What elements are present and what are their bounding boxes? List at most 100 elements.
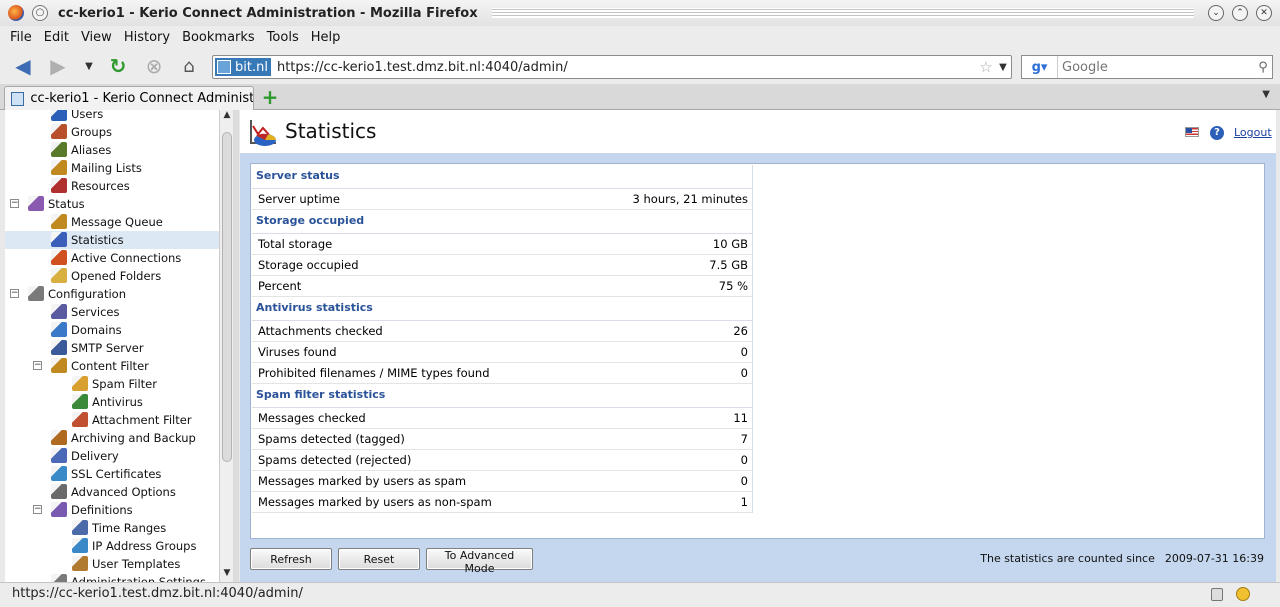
sidebar-item-active-connections[interactable]: Active Connections — [5, 249, 219, 267]
forward-arrow-icon[interactable]: ▶ — [45, 53, 71, 79]
stop-icon[interactable]: ⊗ — [141, 53, 167, 79]
sidebar-item-resources[interactable]: Resources — [5, 177, 219, 195]
bookmark-star-icon[interactable]: ☆ — [977, 58, 995, 76]
menu-edit[interactable]: Edit — [38, 30, 75, 45]
reload-icon[interactable]: ↻ — [105, 53, 131, 79]
sidebar-item-domains[interactable]: Domains — [5, 321, 219, 339]
sidebar-item-statistics[interactable]: Statistics — [5, 231, 219, 249]
window-menu-button[interactable]: ○ — [32, 5, 48, 21]
delivery-icon — [51, 448, 67, 463]
reset-button[interactable]: Reset — [338, 548, 420, 570]
language-flag-icon[interactable] — [1185, 127, 1199, 137]
new-tab-plus-icon[interactable]: + — [260, 87, 280, 107]
refresh-button[interactable]: Refresh — [250, 548, 332, 570]
sidebar-item-groups[interactable]: Groups — [5, 123, 219, 141]
sidebar-item-users[interactable]: Users — [5, 110, 219, 123]
status-icon — [28, 196, 44, 211]
sidebar-item-configuration[interactable]: − Configuration — [5, 285, 219, 303]
stat-label: Viruses found — [258, 345, 337, 359]
sidebar-item-user-templates[interactable]: User Templates — [5, 555, 219, 573]
menu-history[interactable]: History — [118, 30, 176, 45]
stat-value: 11 — [733, 411, 748, 425]
tab-kerio-admin[interactable]: cc-kerio1 - Kerio Connect Administ... — [4, 86, 254, 110]
sidebar-item-ip-address-groups[interactable]: IP Address Groups — [5, 537, 219, 555]
statistics-icon — [51, 232, 67, 247]
site-identity-button[interactable]: bit.nl — [215, 58, 271, 76]
menu-help[interactable]: Help — [305, 30, 347, 45]
since-label: The statistics are counted since — [980, 552, 1155, 565]
minimize-button[interactable]: ⌄ — [1208, 5, 1224, 21]
stat-label: Spams detected (tagged) — [258, 432, 405, 446]
padlock-icon[interactable] — [1211, 588, 1223, 601]
advanced-mode-button[interactable]: To Advanced Mode — [426, 548, 533, 575]
collapse-toggle-icon[interactable]: − — [33, 361, 42, 370]
sidebar-item-message-queue[interactable]: Message Queue — [5, 213, 219, 231]
sidebar-item-content-filter[interactable]: − Content Filter — [5, 357, 219, 375]
back-arrow-icon[interactable]: ◀ — [10, 53, 36, 79]
history-dropdown-icon[interactable]: ▼ — [76, 53, 102, 79]
table-row: Storage occupied 7.5 GB — [252, 255, 752, 276]
logout-link[interactable]: Logout — [1234, 126, 1272, 139]
menu-bookmarks[interactable]: Bookmarks — [176, 30, 261, 45]
sidebar-item-delivery[interactable]: Delivery — [5, 447, 219, 465]
tree-scrollbar[interactable]: ▲ ▼ — [219, 110, 233, 582]
users-icon — [51, 110, 67, 121]
pane-splitter[interactable] — [233, 110, 239, 582]
statistics-since-text: The statistics are counted since 2009-07-… — [980, 552, 1264, 565]
help-icon[interactable]: ? — [1210, 126, 1224, 140]
stat-label: Storage occupied — [258, 258, 359, 272]
collapse-toggle-icon[interactable]: − — [33, 505, 42, 514]
sidebar-item-opened-folders[interactable]: Opened Folders — [5, 267, 219, 285]
search-input[interactable] — [1058, 59, 1254, 75]
smiley-addon-icon[interactable] — [1236, 587, 1250, 601]
address-bar[interactable]: bit.nl https://cc-kerio1.test.dmz.bit.nl… — [212, 55, 1012, 79]
collapse-toggle-icon[interactable]: − — [10, 199, 19, 208]
url-text[interactable]: https://cc-kerio1.test.dmz.bit.nl:4040/a… — [277, 60, 977, 75]
google-engine-icon[interactable]: g▾ — [1022, 56, 1058, 78]
archiving-icon — [51, 430, 67, 445]
sidebar-item-services[interactable]: Services — [5, 303, 219, 321]
stat-label: Messages checked — [258, 411, 366, 425]
collapse-toggle-icon[interactable]: − — [10, 289, 19, 298]
sidebar-item-aliases[interactable]: Aliases — [5, 141, 219, 159]
search-magnifier-icon[interactable]: ⚲ — [1254, 60, 1272, 75]
sidebar-item-administration-settings[interactable]: Administration Settings — [5, 573, 219, 582]
sidebar-item-ssl-certificates[interactable]: SSL Certificates — [5, 465, 219, 483]
sidebar-item-status[interactable]: − Status — [5, 195, 219, 213]
sidebar-item-spam-filter[interactable]: Spam Filter — [5, 375, 219, 393]
statistics-panel: Server status Server uptime 3 hours, 21 … — [250, 163, 1265, 539]
stat-label: Total storage — [258, 237, 333, 251]
scroll-up-icon[interactable]: ▲ — [220, 110, 234, 124]
home-icon[interactable]: ⌂ — [176, 53, 202, 79]
sidebar-item-label: Spam Filter — [92, 377, 157, 391]
window-titlebar: ○ cc-kerio1 - Kerio Connect Administrati… — [0, 0, 1280, 26]
site-identity-icon — [217, 60, 231, 74]
url-dropdown-icon[interactable]: ▼ — [995, 62, 1011, 73]
scroll-thumb[interactable] — [222, 132, 232, 462]
sidebar-item-advanced-options[interactable]: Advanced Options — [5, 483, 219, 501]
sidebar-item-label: Resources — [71, 179, 130, 193]
sidebar-item-definitions[interactable]: − Definitions — [5, 501, 219, 519]
menu-view[interactable]: View — [75, 30, 118, 45]
message-queue-icon — [51, 214, 67, 229]
sidebar-item-smtp-server[interactable]: SMTP Server — [5, 339, 219, 357]
sidebar-item-label: Content Filter — [71, 359, 149, 373]
close-window-button[interactable]: ✕ — [1256, 5, 1272, 21]
sidebar-item-attachment-filter[interactable]: Attachment Filter — [5, 411, 219, 429]
scroll-down-icon[interactable]: ▼ — [220, 568, 234, 582]
tab-list-chevron-icon[interactable]: ▼ — [1262, 89, 1270, 100]
menu-tools[interactable]: Tools — [261, 30, 305, 45]
sidebar-item-archiving-and-backup[interactable]: Archiving and Backup — [5, 429, 219, 447]
search-bar[interactable]: g▾ ⚲ — [1021, 55, 1273, 79]
sidebar-item-antivirus[interactable]: Antivirus — [5, 393, 219, 411]
action-buttons: Refresh Reset To Advanced Mode — [250, 548, 539, 575]
sidebar-item-label: Mailing Lists — [71, 161, 142, 175]
table-row: Spams detected (tagged) 7 — [252, 429, 752, 450]
sidebar-item-label: Delivery — [71, 449, 119, 463]
maximize-button[interactable]: ⌃ — [1232, 5, 1248, 21]
menu-file[interactable]: File — [4, 30, 38, 45]
sidebar-item-label: User Templates — [92, 557, 181, 571]
sidebar-item-time-ranges[interactable]: Time Ranges — [5, 519, 219, 537]
sidebar-item-mailing-lists[interactable]: Mailing Lists — [5, 159, 219, 177]
stat-value: 0 — [740, 474, 748, 488]
